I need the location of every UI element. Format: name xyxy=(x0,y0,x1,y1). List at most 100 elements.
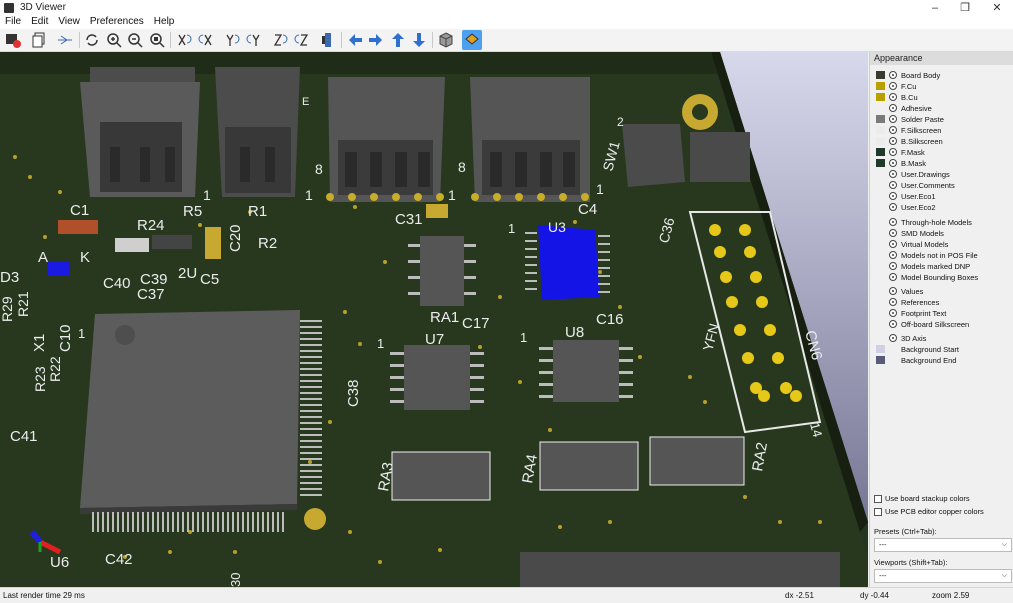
color-swatch[interactable] xyxy=(876,82,885,90)
eye-icon[interactable] xyxy=(889,240,897,248)
menu-preferences[interactable]: Preferences xyxy=(85,15,149,29)
text-values[interactable]: Values xyxy=(876,286,923,296)
3d-viewport[interactable]: C1 R24 R5 R1 R2 C20 C40 C39 C37 C5 2U D3… xyxy=(0,52,868,587)
eye-icon[interactable] xyxy=(889,93,897,101)
eye-icon[interactable] xyxy=(889,104,897,112)
menu-help[interactable]: Help xyxy=(149,15,180,29)
layer-user-eco1[interactable]: User.Eco1 xyxy=(876,191,936,201)
layer-adhesive[interactable]: Adhesive xyxy=(876,103,932,113)
layer-board-body[interactable]: Board Body xyxy=(876,70,940,80)
copy-icon[interactable] xyxy=(29,30,49,50)
color-swatch[interactable] xyxy=(876,203,885,211)
layer-solder-paste[interactable]: Solder Paste xyxy=(876,114,944,124)
model-virtual[interactable]: Virtual Models xyxy=(876,239,948,249)
color-swatch[interactable] xyxy=(876,159,885,167)
layer-user-drawings[interactable]: User.Drawings xyxy=(876,169,950,179)
ref-c1: C1 xyxy=(70,202,89,219)
rotate-x-ccw-icon[interactable] xyxy=(196,30,216,50)
eye-icon[interactable] xyxy=(889,218,897,226)
model-bounding-boxes[interactable]: Model Bounding Boxes xyxy=(876,272,978,282)
color-swatch[interactable] xyxy=(876,126,885,134)
layer-fmask[interactable]: F.Mask xyxy=(876,147,925,157)
eye-icon[interactable] xyxy=(889,115,897,123)
menu-file[interactable]: File xyxy=(0,15,26,29)
color-swatch[interactable] xyxy=(876,137,885,145)
color-swatch[interactable] xyxy=(876,170,885,178)
pan-left-icon[interactable] xyxy=(345,30,365,50)
eye-icon[interactable] xyxy=(889,181,897,189)
layer-bsilkscreen[interactable]: B.Silkscreen xyxy=(876,136,943,146)
render-icon[interactable] xyxy=(3,30,23,50)
rotate-y-cw-icon[interactable] xyxy=(222,30,242,50)
eye-icon[interactable] xyxy=(889,192,897,200)
use-pcb-copper-checkbox[interactable]: Use PCB editor copper colors xyxy=(874,507,984,516)
eye-icon[interactable] xyxy=(889,320,897,328)
flip-board-icon[interactable] xyxy=(318,30,338,50)
menu-view[interactable]: View xyxy=(53,15,85,29)
ref-r22: R22 xyxy=(47,356,63,382)
eye-off-icon[interactable] xyxy=(889,170,897,178)
eye-icon[interactable] xyxy=(889,137,897,145)
close-icon[interactable]: ✕ xyxy=(982,0,1012,15)
presets-select[interactable]: --- ⌵ xyxy=(874,538,1012,552)
eye-icon[interactable] xyxy=(889,334,897,342)
color-swatch[interactable] xyxy=(876,345,885,353)
eye-icon[interactable] xyxy=(889,309,897,317)
layer-user-comments[interactable]: User.Comments xyxy=(876,180,955,190)
pan-up-icon[interactable] xyxy=(388,30,408,50)
model-dnp[interactable]: Models marked DNP xyxy=(876,261,970,271)
axis-3d[interactable]: 3D Axis xyxy=(876,333,926,343)
pan-down-icon[interactable] xyxy=(409,30,429,50)
menu-edit[interactable]: Edit xyxy=(26,15,53,29)
background-start[interactable]: Background Start xyxy=(876,344,959,354)
text-offboard-silkscreen[interactable]: Off-board Silkscreen xyxy=(876,319,969,329)
color-swatch[interactable] xyxy=(876,192,885,200)
ortho-icon[interactable] xyxy=(436,30,456,50)
rotate-z-ccw-icon[interactable] xyxy=(292,30,312,50)
eye-icon[interactable] xyxy=(889,148,897,156)
zoom-out-icon[interactable] xyxy=(125,30,145,50)
color-swatch[interactable] xyxy=(876,181,885,189)
model-smd[interactable]: SMD Models xyxy=(876,228,944,238)
background-end[interactable]: Background End xyxy=(876,355,956,365)
pan-right-icon[interactable] xyxy=(366,30,386,50)
eye-icon[interactable] xyxy=(889,82,897,90)
text-references[interactable]: References xyxy=(876,297,939,307)
eye-icon[interactable] xyxy=(889,126,897,134)
rotate-z-cw-icon[interactable] xyxy=(270,30,290,50)
rotate-x-cw-icon[interactable] xyxy=(174,30,194,50)
eye-icon[interactable] xyxy=(889,203,897,211)
eye-off-icon[interactable] xyxy=(889,273,897,281)
color-swatch[interactable] xyxy=(876,148,885,156)
color-swatch[interactable] xyxy=(876,93,885,101)
layer-user-eco2[interactable]: User.Eco2 xyxy=(876,202,936,212)
eye-icon[interactable] xyxy=(889,159,897,167)
eye-icon[interactable] xyxy=(889,287,897,295)
reload-icon[interactable] xyxy=(82,30,102,50)
use-stackup-checkbox[interactable]: Use board stackup colors xyxy=(874,494,970,503)
model-through-hole[interactable]: Through-hole Models xyxy=(876,217,972,227)
color-swatch[interactable] xyxy=(876,356,885,364)
color-swatch[interactable] xyxy=(876,115,885,123)
color-swatch[interactable] xyxy=(876,104,885,112)
text-footprint[interactable]: Footprint Text xyxy=(876,308,946,318)
zoom-fit-icon[interactable] xyxy=(147,30,167,50)
layer-fcu[interactable]: F.Cu xyxy=(876,81,916,91)
layer-fsilkscreen[interactable]: F.Silkscreen xyxy=(876,125,941,135)
eye-icon[interactable] xyxy=(889,298,897,306)
color-swatch[interactable] xyxy=(876,71,885,79)
minimize-icon[interactable]: – xyxy=(920,0,950,15)
zoom-in-icon[interactable] xyxy=(104,30,124,50)
model-not-in-pos[interactable]: Models not in POS File xyxy=(876,250,978,260)
layer-bmask[interactable]: B.Mask xyxy=(876,158,926,168)
layer-bcu[interactable]: B.Cu xyxy=(876,92,918,102)
eye-icon[interactable] xyxy=(889,229,897,237)
eye-off-icon[interactable] xyxy=(889,262,897,270)
eye-icon[interactable] xyxy=(889,71,897,79)
viewports-select[interactable]: --- ⌵ xyxy=(874,569,1012,583)
ray-trace-icon[interactable] xyxy=(55,30,75,50)
maximize-icon[interactable]: ❐ xyxy=(950,0,980,15)
layers-panel-icon[interactable] xyxy=(462,30,482,50)
eye-icon[interactable] xyxy=(889,251,897,259)
rotate-y-ccw-icon[interactable] xyxy=(244,30,264,50)
